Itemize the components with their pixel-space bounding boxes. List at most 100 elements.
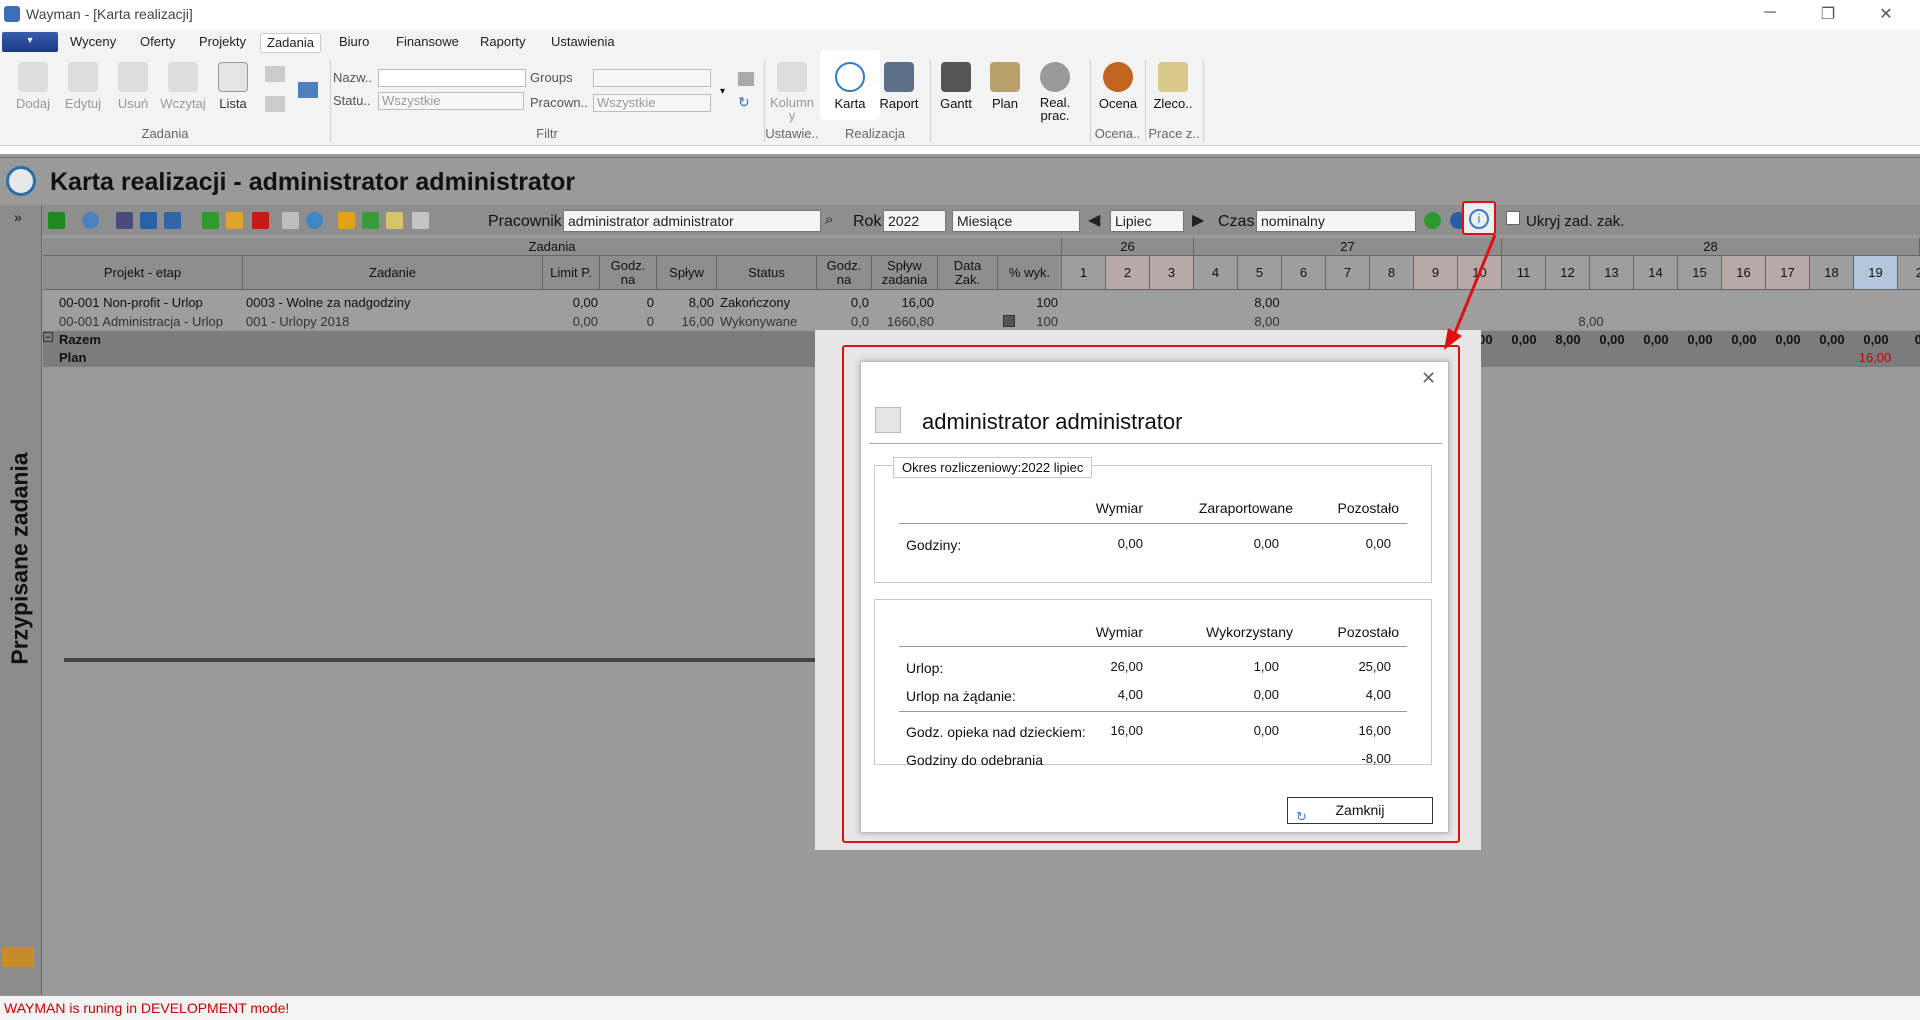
col-header-wyk[interactable]: % wyk.: [998, 256, 1062, 290]
mail-icon[interactable]: [282, 212, 299, 229]
real-prac-button[interactable]: Real. prac.: [1030, 60, 1080, 130]
dodaj-button[interactable]: Dodaj: [8, 60, 58, 130]
save-icon[interactable]: [48, 212, 65, 229]
urlop-na-zadanie-wykorzystany: 0,00: [1253, 687, 1279, 702]
col-header-splyw[interactable]: Spływ: [657, 256, 717, 290]
day-header: 18: [1810, 256, 1854, 290]
close-window-button[interactable]: ✕: [1866, 4, 1906, 26]
opieka-wymiar: 16,00: [1110, 723, 1143, 738]
edytuj-button[interactable]: Edytuj: [58, 60, 108, 130]
col-header-splyw-zadania[interactable]: Spływ zadania: [872, 256, 938, 290]
col-header-projekt[interactable]: Projekt - etap: [43, 256, 243, 290]
day-header: 1: [1062, 256, 1106, 290]
razem-day-value: 0,00: [1599, 332, 1625, 347]
col-header-limit[interactable]: Limit P.: [543, 256, 600, 290]
karta-button[interactable]: Karta: [825, 60, 875, 130]
print-icon[interactable]: [265, 66, 285, 82]
menu-projekty[interactable]: Projekty: [193, 33, 252, 53]
row2-projekt[interactable]: 00-001 Administracja - Urlop: [59, 314, 223, 329]
col-header-data-zak[interactable]: Data Zak.: [938, 256, 998, 290]
edit-icon[interactable]: [226, 212, 243, 229]
info-icon[interactable]: i: [1469, 209, 1489, 229]
razem-day-value: 0,00: [1863, 332, 1889, 347]
refresh-icon[interactable]: [82, 212, 99, 229]
day-header: 3: [1150, 256, 1194, 290]
sec2-col-wymiar: Wymiar: [1095, 624, 1143, 640]
sidebar-panel[interactable]: » Przypisane zadania: [0, 205, 42, 995]
checkbox-green-icon[interactable]: [362, 212, 379, 229]
confirm-icon[interactable]: [1424, 212, 1441, 229]
row1-zadanie[interactable]: 0003 - Wolne za nadgodziny: [246, 295, 411, 310]
add-icon: [18, 62, 48, 92]
divider: [899, 711, 1407, 712]
urlop-wykorzystany: 1,00: [1253, 659, 1279, 674]
usun-button[interactable]: Usuń: [108, 60, 158, 130]
row1-projekt[interactable]: 00-001 Non-profit - Urlop: [59, 295, 203, 310]
godziny-wymiar: 0,00: [1117, 536, 1143, 551]
razem-day-value: 0,00: [1731, 332, 1757, 347]
menu-biuro[interactable]: Biuro: [333, 33, 375, 53]
check-circle-icon[interactable]: [306, 212, 323, 229]
dialog-close-icon[interactable]: ✕: [1421, 368, 1436, 389]
filter-groups-select[interactable]: [593, 69, 711, 87]
zamknij-button[interactable]: ↻ Zamknij: [1287, 797, 1433, 824]
zleco-button[interactable]: Zleco..: [1148, 60, 1198, 130]
col-header-status[interactable]: Status: [717, 256, 817, 290]
urlop-wymiar[interactable]: 26,00: [1021, 659, 1143, 674]
sidebar-handle[interactable]: [2, 947, 34, 967]
menu-ustawienia[interactable]: Ustawienia: [545, 33, 621, 53]
filter-status-select[interactable]: Wszystkie: [378, 92, 524, 110]
refresh-filter-icon[interactable]: ↻: [738, 94, 750, 111]
gantt-button[interactable]: Gantt: [931, 60, 981, 130]
calendar-icon[interactable]: [164, 212, 181, 229]
menu-wyceny[interactable]: Wyceny: [64, 33, 122, 53]
add-icon[interactable]: [202, 212, 219, 229]
expand-sidebar-button[interactable]: »: [14, 209, 22, 225]
lista-button[interactable]: Lista: [208, 60, 258, 130]
pracownik-select[interactable]: administrator administrator: [563, 210, 821, 232]
page-header: Karta realizacji - administrator adminis…: [0, 157, 1920, 205]
filter-nazw-input[interactable]: [378, 69, 526, 87]
kolumny-button[interactable]: Kolumn y: [768, 60, 816, 130]
copy-icon[interactable]: [265, 96, 285, 112]
search-icon[interactable]: ⌕: [825, 211, 833, 228]
menu-raporty[interactable]: Raporty: [474, 33, 532, 53]
prev-arrow-icon[interactable]: ◀: [1088, 210, 1100, 230]
raport-button[interactable]: Raport: [874, 60, 924, 130]
next-arrow-icon[interactable]: ▶: [1192, 210, 1204, 230]
print-icon[interactable]: [116, 212, 133, 229]
preview-icon[interactable]: [412, 212, 429, 229]
menu-finansowe[interactable]: Finansowe: [390, 33, 465, 53]
col-header-godz2[interactable]: Godz. na: [817, 256, 872, 290]
clear-filter-icon[interactable]: [738, 72, 754, 86]
app-menu-button[interactable]: ▾: [2, 32, 58, 52]
plan-button[interactable]: Plan: [980, 60, 1030, 130]
excel-icon[interactable]: [140, 212, 157, 229]
row1-limit: 0,00: [572, 295, 598, 310]
ocena-button[interactable]: Ocena: [1093, 60, 1143, 130]
sec2-col-wykorzystany: Wykorzystany: [1205, 624, 1293, 640]
czas-select[interactable]: nominalny: [1256, 210, 1416, 232]
ukryj-checkbox[interactable]: [1506, 211, 1520, 225]
minimize-button[interactable]: ─: [1750, 4, 1790, 26]
col-header-godz[interactable]: Godz. na: [600, 256, 657, 290]
export-icon[interactable]: [298, 82, 318, 98]
period-select[interactable]: Miesiące: [952, 210, 1080, 232]
filter-more-icon[interactable]: ▾: [720, 86, 725, 97]
row1-splyw2: 16,00: [901, 295, 934, 310]
row2-zadanie[interactable]: 001 - Urlopy 2018: [246, 314, 349, 329]
collapse-icon[interactable]: −: [43, 332, 53, 342]
checkbox-orange-icon[interactable]: [338, 212, 355, 229]
title-bar: Wayman - [Karta realizacji] ─ ❐ ✕: [0, 0, 1920, 30]
flag-icon[interactable]: [386, 212, 403, 229]
month-select[interactable]: Lipiec: [1110, 210, 1184, 232]
sidebar-title: Przypisane zadania: [6, 452, 33, 665]
restore-button[interactable]: ❐: [1808, 4, 1848, 26]
wczytaj-button[interactable]: Wczytaj: [158, 60, 208, 130]
rok-select[interactable]: 2022: [883, 210, 946, 232]
filter-pracown-select[interactable]: Wszystkie: [593, 94, 711, 112]
menu-oferty[interactable]: Oferty: [134, 33, 181, 53]
delete-icon[interactable]: [252, 212, 269, 229]
col-header-zadanie[interactable]: Zadanie: [243, 256, 543, 290]
menu-zadania[interactable]: Zadania: [260, 33, 321, 53]
